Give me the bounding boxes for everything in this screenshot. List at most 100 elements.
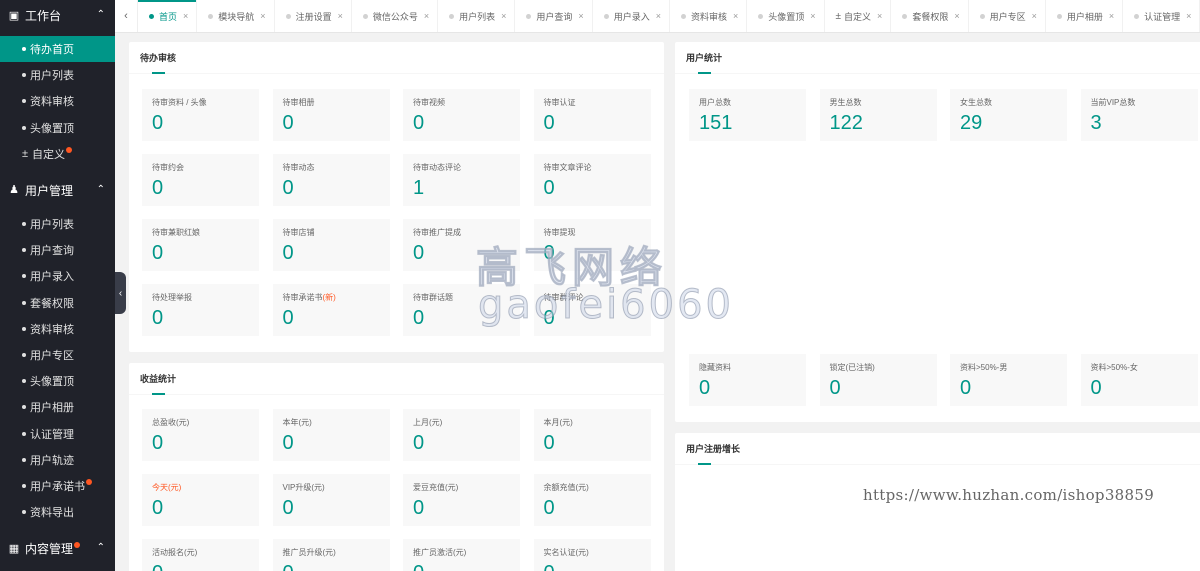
stat-label-text: 本年(元)	[282, 418, 312, 427]
tab[interactable]: ± 自定义 ×	[825, 0, 892, 32]
stat-tile[interactable]: 待审店铺 0	[272, 219, 390, 271]
stat-tile[interactable]: 待审视频 0	[403, 89, 520, 141]
sidebar-item-label: 用户专区	[30, 349, 74, 362]
tab[interactable]: 认证管理 ×	[1123, 0, 1200, 32]
close-icon[interactable]: ×	[733, 11, 738, 21]
bullet-icon	[22, 222, 26, 227]
chevron-left-icon: ‹	[118, 287, 123, 299]
stat-label-text: 余额充值(元)	[543, 483, 589, 492]
stat-value: 3	[1090, 112, 1102, 134]
tab[interactable]: 资料审核 ×	[670, 0, 748, 32]
sidebar-item[interactable]: 用户承诺书	[0, 473, 115, 499]
stat-tile[interactable]: 本年(元) 0	[272, 409, 390, 461]
close-icon[interactable]: ×	[1032, 11, 1037, 21]
sidebar-item[interactable]: 用户列表	[0, 211, 115, 237]
sidebar-item[interactable]: 头像置顶	[0, 368, 115, 394]
tab[interactable]: 首页 ×	[138, 0, 198, 32]
stat-tile[interactable]: 爱豆充值(元) 0	[403, 474, 520, 526]
stat-tile[interactable]: 今天(元) 0	[142, 474, 259, 526]
stat-tile[interactable]: 本月(元) 0	[533, 409, 651, 461]
stat-tile[interactable]: 待审兼职红娘 0	[142, 219, 259, 271]
stat-tile[interactable]: 推广员升级(元) 0	[272, 539, 390, 571]
stat-tile[interactable]: 推广员激活(元) 0	[403, 539, 520, 571]
tab[interactable]: 用户相册 ×	[1046, 0, 1124, 32]
stat-tile[interactable]: 隐藏资料 0	[689, 354, 806, 406]
stat-tile[interactable]: 待审约会 0	[142, 154, 259, 206]
stat-tile[interactable]: 待审资料 / 头像 0	[142, 89, 259, 141]
stat-tile[interactable]: 资料>50%-男 0	[950, 354, 1067, 406]
sidebar-item[interactable]: 用户列表	[0, 62, 115, 88]
stat-value: 0	[152, 562, 259, 571]
stat-tile[interactable]: 上月(元) 0	[403, 409, 520, 461]
stat-value: 0	[543, 112, 555, 134]
tab-label: 用户查询	[536, 11, 573, 22]
stat-tile[interactable]: 待审认证 0	[533, 89, 651, 141]
tab-scroll-left-button[interactable]: ‹	[115, 0, 138, 32]
close-icon[interactable]: ×	[260, 11, 265, 21]
sidebar-collapse-button[interactable]: ‹	[115, 272, 126, 314]
close-icon[interactable]: ×	[183, 11, 188, 21]
close-icon[interactable]: ×	[877, 11, 882, 21]
stat-tile[interactable]: 活动报名(元) 0	[142, 539, 259, 571]
close-icon[interactable]: ×	[1186, 11, 1191, 21]
sidebar-item[interactable]: 套餐权限	[0, 290, 115, 316]
tab[interactable]: 用户查询 ×	[515, 0, 593, 32]
sidebar-group-header[interactable]: ▦ 内容管理 ⌃	[0, 533, 115, 565]
stat-tile[interactable]: 当前VIP总数 3	[1080, 89, 1198, 141]
sidebar-item[interactable]: 待办首页	[0, 36, 115, 63]
bullet-icon	[22, 483, 26, 488]
sidebar-item[interactable]: 资料审核	[0, 88, 115, 114]
tab[interactable]: 用户录入 ×	[593, 0, 670, 32]
close-icon[interactable]: ×	[1109, 11, 1114, 21]
close-icon[interactable]: ×	[338, 11, 343, 21]
bullet-icon	[22, 431, 26, 436]
stat-tile[interactable]: 资料>50%-女 0	[1080, 354, 1198, 406]
sidebar-item[interactable]: 用户相册	[0, 394, 115, 420]
close-icon[interactable]: ×	[656, 11, 661, 21]
sidebar-item[interactable]: 头像置顶	[0, 115, 115, 141]
stat-tile[interactable]: 待审相册 0	[272, 89, 390, 141]
stat-tile[interactable]: 待审文章评论 0	[533, 154, 651, 206]
tab[interactable]: 注册设置 ×	[275, 0, 352, 32]
sidebar-item[interactable]: 资料导出	[0, 499, 115, 525]
stat-tile[interactable]: 用户总数 151	[689, 89, 806, 141]
sidebar-item[interactable]: 用户查询	[0, 237, 115, 263]
stat-label-text: 待审兼职红娘	[152, 228, 200, 237]
tab[interactable]: 用户专区 ×	[969, 0, 1046, 32]
sidebar-group-header[interactable]: ♟ 用户管理 ⌃	[0, 174, 115, 206]
stat-tile[interactable]: 待审承诺书(新) 0	[272, 284, 390, 336]
stat-tile[interactable]: 女生总数 29	[950, 89, 1067, 141]
stat-tile[interactable]: 待处理举报 0	[142, 284, 259, 336]
sidebar-group-header[interactable]: ▣ 工作台 ⌃	[0, 0, 115, 31]
stat-label: 待审资料 / 头像	[152, 98, 259, 108]
tab[interactable]: 头像置顶 ×	[747, 0, 825, 32]
stat-tile[interactable]: 男生总数 122	[819, 89, 937, 141]
sidebar-item[interactable]: 用户录入	[0, 263, 115, 289]
stat-tile[interactable]: 锁定(已注销) 0	[819, 354, 937, 406]
stat-tile[interactable]: 总盈收(元) 0	[142, 409, 259, 461]
tab[interactable]: 套餐权限 ×	[891, 0, 969, 32]
stat-tile[interactable]: 待审动态 0	[272, 154, 390, 206]
stat-label-text: 推广员激活(元)	[413, 548, 467, 557]
sidebar-item[interactable]: 用户轨迹	[0, 447, 115, 473]
stat-label-text: VIP升级(元)	[282, 483, 325, 492]
stat-tile[interactable]: 余额充值(元) 0	[533, 474, 651, 526]
stat-label: 女生总数	[960, 98, 1067, 108]
stat-tile[interactable]: 实名认证(元) 0	[533, 539, 651, 571]
sidebar-item[interactable]: 用户专区	[0, 342, 115, 368]
close-icon[interactable]: ×	[424, 11, 429, 21]
tab[interactable]: 微信公众号 ×	[352, 0, 439, 32]
close-icon[interactable]: ×	[810, 11, 815, 21]
tab[interactable]: 模块导航 ×	[197, 0, 275, 32]
tab[interactable]: 用户列表 ×	[438, 0, 516, 32]
sidebar-item-label: 自定义	[32, 148, 66, 161]
close-icon[interactable]: ×	[578, 11, 583, 21]
sidebar-item[interactable]: 认证管理	[0, 420, 115, 446]
stat-tile[interactable]: VIP升级(元) 0	[272, 474, 390, 526]
sidebar-item[interactable]: 资料审核	[0, 316, 115, 342]
close-icon[interactable]: ×	[954, 11, 959, 21]
stat-tile[interactable]: 待审动态评论 1	[403, 154, 520, 206]
close-icon[interactable]: ×	[501, 11, 506, 21]
sidebar-item[interactable]: ± 自定义	[0, 141, 115, 167]
stat-label: 上月(元)	[413, 418, 520, 428]
